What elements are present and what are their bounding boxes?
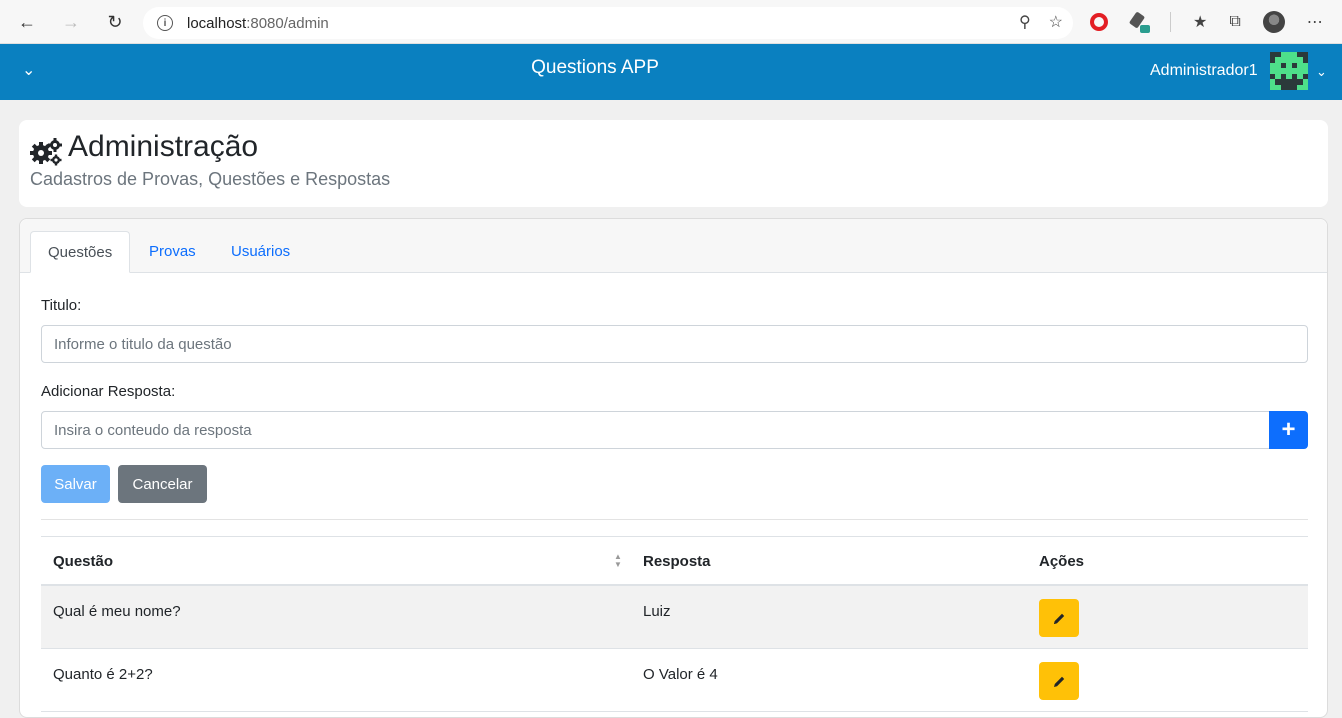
save-button[interactable]: Salvar	[41, 465, 110, 503]
reload-icon[interactable]: ↻	[93, 0, 137, 44]
app-title: Questions APP	[531, 57, 659, 78]
address-bar[interactable]: i localhost:8080/admin ⚲ ☆	[143, 7, 1073, 39]
gears-icon	[30, 138, 62, 166]
key-icon[interactable]: ⚲	[1019, 12, 1031, 32]
browser-toolbar: ← → ↻ i localhost:8080/admin ⚲ ☆ ★ ⧉ ⋯	[0, 0, 1342, 44]
edit-button[interactable]	[1039, 662, 1079, 700]
answer-label: Adicionar Resposta:	[41, 383, 176, 400]
answer-cell: Luiz	[643, 603, 671, 620]
table-row: Qual é meu nome? Luiz	[41, 586, 1308, 649]
divider	[41, 519, 1308, 520]
toolbar-separator	[1170, 12, 1171, 32]
title-input[interactable]: Informe o titulo da questão	[41, 325, 1308, 363]
user-name[interactable]: Administrador1	[1150, 62, 1258, 80]
pencil-icon	[1053, 613, 1064, 624]
favorite-add-icon[interactable]: ☆	[1049, 12, 1063, 32]
table-row: Quanto é 2+2? O Valor é 4	[41, 649, 1308, 712]
avatar[interactable]	[1270, 52, 1308, 90]
profile-icon[interactable]	[1262, 11, 1285, 33]
tab-usuarios[interactable]: Usuários	[214, 231, 307, 273]
favorites-icon[interactable]: ★	[1193, 12, 1207, 32]
column-header-questao[interactable]: Questão	[53, 553, 113, 570]
cancel-button[interactable]: Cancelar	[118, 465, 207, 503]
url-path: :8080/admin	[246, 14, 329, 32]
column-header-resposta: Resposta	[643, 553, 711, 570]
info-icon[interactable]: i	[157, 15, 173, 31]
answer-cell: O Valor é 4	[643, 666, 718, 683]
page-title: Administração	[68, 130, 259, 163]
user-menu-chevron-icon[interactable]: ⌄	[1316, 64, 1327, 80]
sort-icon[interactable]: ▲ ▼	[614, 553, 624, 569]
collections-icon[interactable]: ⧉	[1229, 13, 1240, 31]
question-cell: Qual é meu nome?	[53, 603, 181, 620]
edit-button[interactable]	[1039, 599, 1079, 637]
title-label: Titulo:	[41, 297, 82, 314]
table-header: Questão ▲ ▼ Resposta Ações	[41, 536, 1308, 586]
back-icon[interactable]: ←	[5, 0, 49, 44]
column-header-acoes: Ações	[1039, 553, 1085, 570]
forward-icon[interactable]: →	[49, 0, 93, 44]
add-answer-button[interactable]: +	[1269, 411, 1308, 449]
extension-icon[interactable]	[1130, 13, 1150, 33]
question-cell: Quanto é 2+2?	[53, 666, 153, 683]
url-host: localhost	[187, 14, 247, 32]
app-header: ⌄ Questions APP Administrador1 ⌄	[0, 44, 1342, 100]
more-icon[interactable]: ⋯	[1307, 12, 1323, 32]
tab-provas[interactable]: Provas	[132, 231, 213, 273]
page-header-card: Administração Cadastros de Provas, Quest…	[19, 120, 1328, 207]
questions-table: Questão ▲ ▼ Resposta Ações Qual é meu nom…	[41, 536, 1308, 712]
answer-input[interactable]: Insira o conteudo da resposta	[41, 411, 1270, 449]
pencil-icon	[1053, 676, 1064, 687]
tab-questoes[interactable]: Questões	[30, 231, 131, 273]
page-subtitle: Cadastros de Provas, Questões e Resposta…	[30, 169, 391, 189]
tabs-bar: Questões Provas Usuários	[20, 219, 1327, 273]
opera-icon[interactable]	[1090, 13, 1108, 31]
main-card: Questões Provas Usuários Titulo: Informe…	[19, 218, 1328, 718]
